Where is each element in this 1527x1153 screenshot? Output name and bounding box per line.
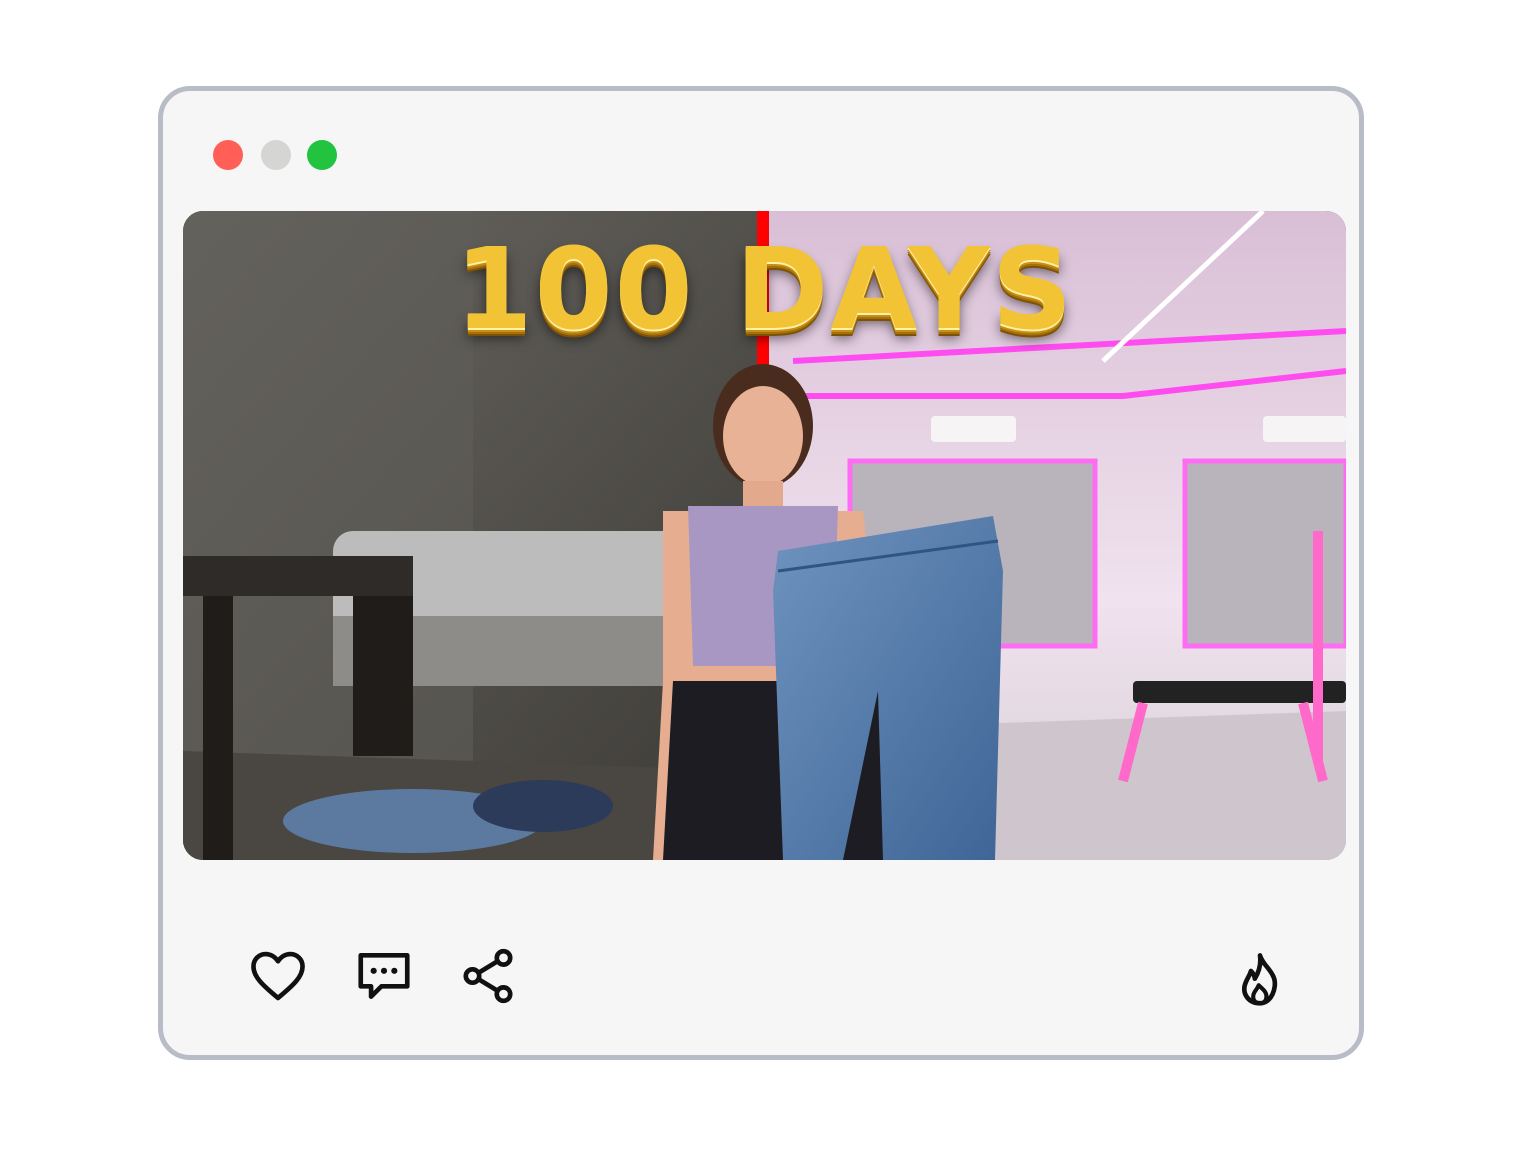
thumbnail-title: 100 DAYS: [454, 225, 1075, 355]
comment-icon: [358, 953, 410, 999]
action-bar: [163, 941, 1359, 1031]
trending-button[interactable]: [1225, 945, 1295, 1015]
video-thumbnail[interactable]: 100 DAYS: [183, 211, 1346, 860]
share-button[interactable]: [453, 941, 523, 1011]
person-face: [723, 386, 803, 486]
maximize-button[interactable]: [307, 140, 337, 170]
desk: [183, 556, 413, 596]
app-window: 100 DAYS: [158, 86, 1364, 1060]
fire-icon: [1241, 953, 1278, 1006]
heart-icon: [251, 951, 305, 1001]
close-button[interactable]: [213, 140, 243, 170]
share-icon: [463, 948, 513, 1004]
like-button[interactable]: [243, 941, 313, 1011]
minimize-button[interactable]: [261, 140, 291, 170]
comment-button[interactable]: [349, 941, 419, 1011]
